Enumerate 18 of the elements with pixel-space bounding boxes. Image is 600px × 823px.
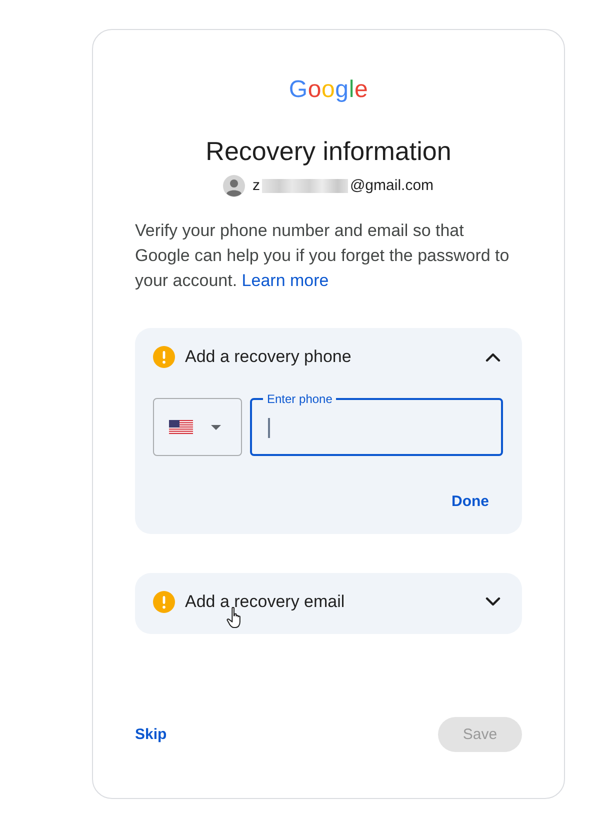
chevron-up-icon[interactable] [485, 352, 501, 362]
phone-input-field[interactable]: Enter phone [250, 392, 503, 456]
description-text: Verify your phone number and email so that Google can help you if you forget the password to your account. Learn more [135, 220, 510, 292]
email-domain: @gmail.com [350, 176, 434, 196]
country-select[interactable] [153, 398, 242, 456]
learn-more-link[interactable]: Learn more [242, 271, 329, 290]
page-title: Recovery information [206, 135, 452, 167]
caret-icon [211, 424, 221, 430]
email-prefix: z [252, 176, 260, 196]
section-title: Add a recovery phone [185, 346, 352, 368]
section-title: Add a recovery email [185, 591, 346, 613]
text-cursor-icon [268, 418, 270, 438]
avatar-icon [223, 175, 246, 197]
flag-icon [169, 420, 193, 434]
chevron-down-icon[interactable] [485, 597, 501, 607]
skip-button[interactable]: Skip [135, 717, 167, 752]
done-button[interactable]: Done [440, 483, 501, 519]
google-logo: Google [288, 76, 368, 104]
